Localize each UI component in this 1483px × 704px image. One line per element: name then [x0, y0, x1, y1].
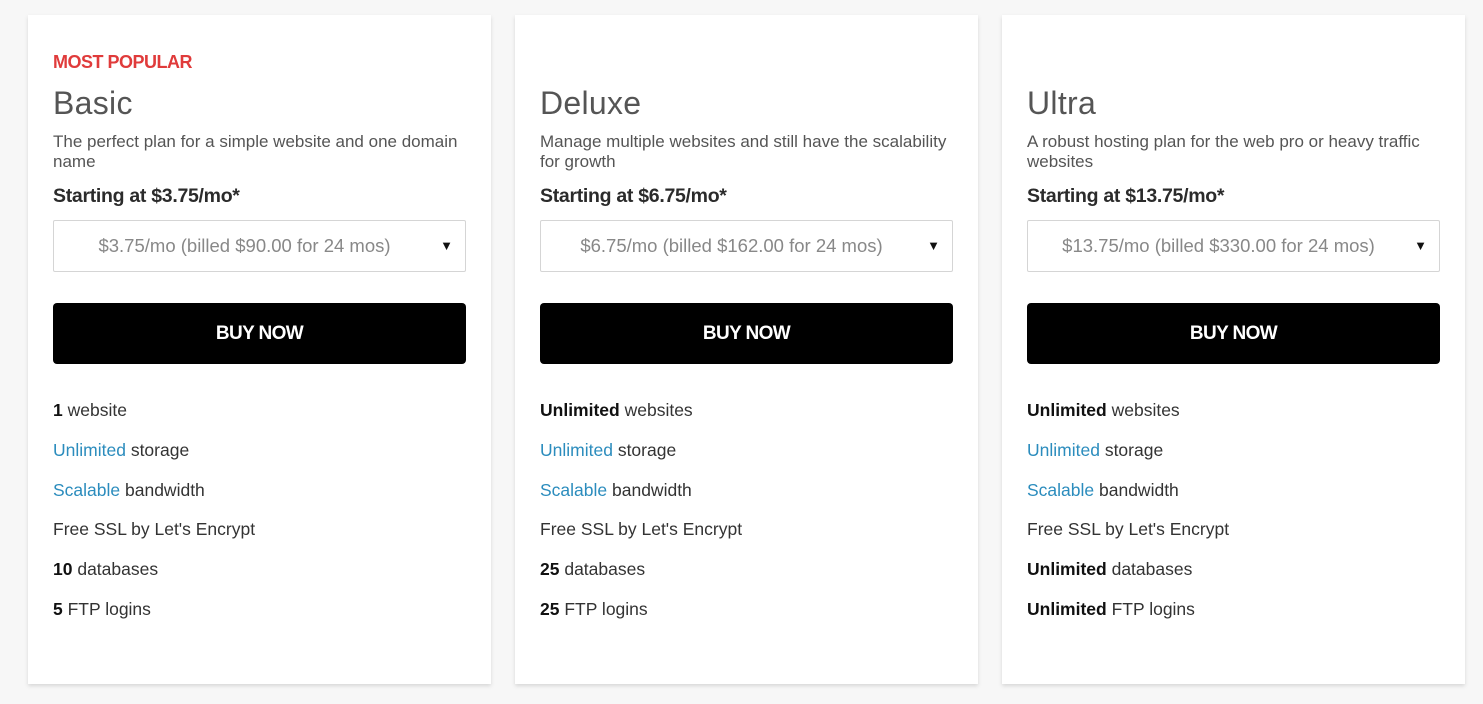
feature-text: bandwidth: [1094, 479, 1179, 500]
plan-description: Manage multiple websites and still have …: [540, 132, 947, 171]
feature-text: databases: [1106, 559, 1193, 580]
feature-list: Unlimited websites Unlimited storage Sca…: [1027, 400, 1229, 639]
feature-lead: Unlimited: [540, 400, 620, 420]
feature-list: Unlimited websites Unlimited storage Sca…: [540, 400, 742, 639]
buy-now-button[interactable]: BUY NOW: [540, 303, 953, 364]
feature-lead: 25: [540, 559, 560, 580]
triangle-down-icon: ▼: [440, 238, 453, 253]
plan-name: Ultra: [1027, 85, 1097, 121]
buy-now-button[interactable]: BUY NOW: [1027, 303, 1440, 364]
pricing-plans: MOST POPULAR Basic The perfect plan for …: [0, 0, 1483, 704]
feature-item: Unlimited FTP logins: [1027, 599, 1229, 639]
buy-now-button[interactable]: BUY NOW: [53, 303, 466, 364]
feature-link[interactable]: Unlimited: [540, 440, 613, 460]
feature-item: 5 FTP logins: [53, 599, 255, 639]
feature-item: 25 FTP logins: [540, 599, 742, 639]
starting-price: Starting at $6.75/mo*: [540, 185, 727, 207]
feature-text: FTP logins: [62, 598, 151, 619]
feature-item: Unlimited storage: [540, 440, 742, 480]
plan-description: A robust hosting plan for the web pro or…: [1027, 132, 1420, 171]
feature-item: Unlimited websites: [540, 400, 742, 440]
feature-link[interactable]: Unlimited: [53, 440, 126, 460]
feature-link[interactable]: Scalable: [1027, 480, 1094, 500]
feature-text: storage: [1099, 439, 1164, 460]
feature-item: Unlimited databases: [1027, 559, 1229, 599]
feature-text: FTP logins: [1106, 598, 1195, 619]
feature-lead: 10: [53, 559, 73, 580]
feature-link[interactable]: Scalable: [53, 480, 120, 500]
feature-lead: 1: [53, 400, 63, 420]
feature-text: Free SSL by Let's Encrypt: [1027, 519, 1230, 540]
feature-item: Unlimited websites: [1027, 400, 1229, 440]
feature-lead: 5: [53, 598, 63, 619]
feature-text: websites: [619, 400, 693, 420]
plan-card-deluxe: Deluxe Manage multiple websites and stil…: [515, 15, 978, 684]
starting-price: Starting at $13.75/mo*: [1027, 185, 1225, 207]
feature-lead: Unlimited: [1027, 400, 1107, 420]
starting-price: Starting at $3.75/mo*: [53, 185, 240, 207]
feature-text: website: [62, 400, 127, 420]
feature-item: Unlimited storage: [53, 440, 255, 480]
feature-link[interactable]: Unlimited: [1027, 440, 1100, 460]
feature-text: websites: [1106, 400, 1180, 420]
feature-item: Scalable bandwidth: [53, 480, 255, 520]
billing-term-selected: $13.75/mo (billed $330.00 for 24 mos): [1062, 235, 1375, 256]
feature-lead: Unlimited: [1027, 559, 1107, 580]
billing-term-select[interactable]: $6.75/mo (billed $162.00 for 24 mos) ▼: [540, 220, 953, 272]
feature-text: bandwidth: [607, 479, 692, 500]
feature-item: Scalable bandwidth: [1027, 480, 1229, 520]
feature-text: FTP logins: [559, 598, 648, 619]
plan-name: Deluxe: [540, 85, 642, 121]
feature-text: bandwidth: [120, 479, 205, 500]
feature-text: Free SSL by Let's Encrypt: [540, 519, 743, 540]
feature-link[interactable]: Scalable: [540, 480, 607, 500]
feature-item: 25 databases: [540, 559, 742, 599]
feature-text: Free SSL by Let's Encrypt: [53, 519, 256, 540]
feature-item: Unlimited storage: [1027, 440, 1229, 480]
feature-list: 1 website Unlimited storage Scalable ban…: [53, 400, 255, 639]
feature-item: Free SSL by Let's Encrypt: [1027, 519, 1229, 559]
billing-term-select[interactable]: $3.75/mo (billed $90.00 for 24 mos) ▼: [53, 220, 466, 272]
billing-term-select[interactable]: $13.75/mo (billed $330.00 for 24 mos) ▼: [1027, 220, 1440, 272]
feature-text: storage: [612, 439, 677, 460]
feature-item: Free SSL by Let's Encrypt: [540, 519, 742, 559]
billing-term-selected: $6.75/mo (billed $162.00 for 24 mos): [580, 235, 883, 256]
plan-name: Basic: [53, 85, 133, 121]
feature-item: Free SSL by Let's Encrypt: [53, 519, 255, 559]
feature-lead: Unlimited: [1027, 598, 1107, 619]
feature-lead: 25: [540, 598, 560, 619]
plan-card-basic: MOST POPULAR Basic The perfect plan for …: [28, 15, 491, 684]
billing-term-selected: $3.75/mo (billed $90.00 for 24 mos): [98, 235, 391, 256]
feature-text: databases: [72, 559, 159, 580]
feature-item: 10 databases: [53, 559, 255, 599]
triangle-down-icon: ▼: [927, 238, 940, 253]
plan-description: The perfect plan for a simple website an…: [53, 132, 458, 171]
most-popular-badge: MOST POPULAR: [53, 52, 193, 72]
triangle-down-icon: ▼: [1414, 238, 1427, 253]
feature-text: storage: [125, 439, 190, 460]
feature-item: 1 website: [53, 400, 255, 440]
plan-card-ultra: Ultra A robust hosting plan for the web …: [1002, 15, 1465, 684]
feature-item: Scalable bandwidth: [540, 480, 742, 520]
feature-text: databases: [559, 559, 646, 580]
